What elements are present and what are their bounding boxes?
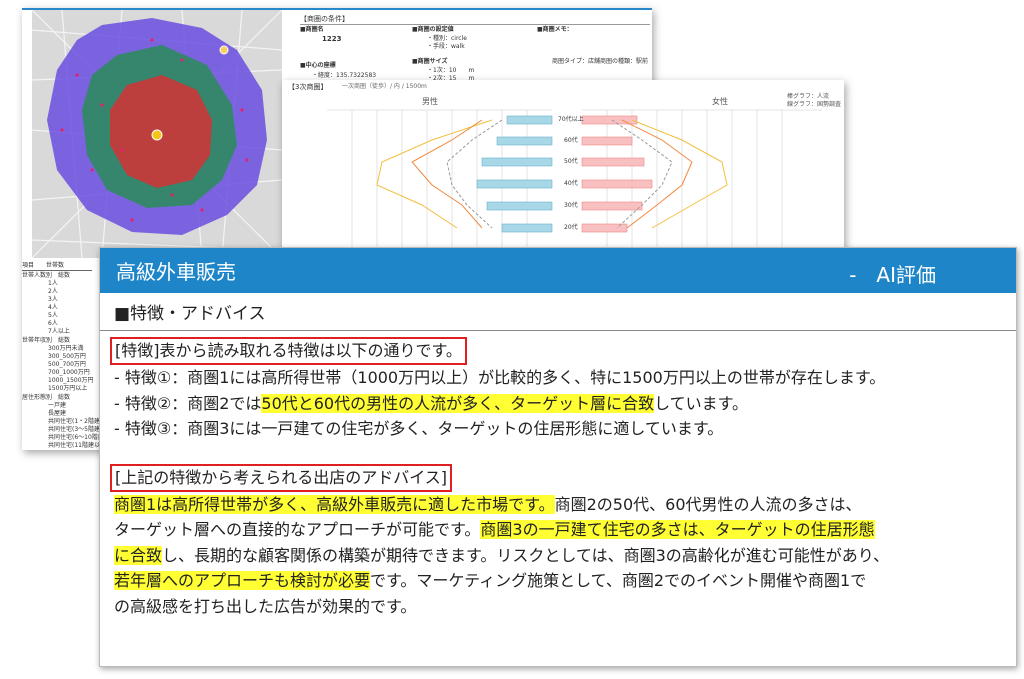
male-bar-70s	[506, 115, 553, 125]
female-bar-30s	[581, 201, 643, 211]
table-row: 300万円未満	[48, 345, 84, 352]
ai-evaluation-panel: 高級外車販売 - AI評価 ■特徴・アドバイス [特徴]表から読み取れる特徴は以…	[99, 247, 1017, 667]
advice-highlight: 商圏3の一戸建て住宅の多さは、ターゲットの住居形態	[480, 520, 875, 539]
age-label: 30代	[564, 202, 578, 209]
advice-text: です。マーケティング施策として、商圏2でのイベント開催や商圏1で	[370, 571, 867, 590]
table-row: 2人	[48, 288, 58, 295]
table-row: 700_1000万円	[48, 369, 90, 376]
table-row: 3人	[48, 296, 58, 303]
evaluation-body: [特徴]表から読み取れる特徴は以下の通りです。 - 特徴①：商圏1には高所得世帯…	[100, 331, 1016, 625]
table-row: 5人	[48, 312, 58, 319]
male-bar-40s	[476, 179, 553, 189]
settings-shape: ・種別：circle	[427, 35, 467, 42]
feature-2-text: - 特徴②：商圏2では	[114, 393, 262, 413]
settings-means: ・手段：walk	[427, 43, 465, 50]
table-row: 500_700万円	[48, 361, 86, 368]
advice-text: 商圏2の50代、60代男性の人流の多さは、	[554, 494, 862, 514]
feature-2: - 特徴②：商圏2では50代と60代の男性の人流が多く、ターゲット層に合致してい…	[114, 391, 1002, 417]
section-title: ■特徴・アドバイス	[100, 293, 1016, 331]
features-heading: [特徴]表から読み取れる特徴は以下の通りです。	[110, 337, 467, 365]
trade-area-name-label: ■商圏名	[300, 26, 324, 33]
table-row: 長屋建	[48, 410, 67, 417]
female-bar-40s	[581, 179, 653, 189]
feature-3: - 特徴③：商圏3には一戸建ての住宅が多く、ターゲットの住居形態に適しています。	[114, 419, 724, 438]
advice-highlight: に合致	[114, 545, 163, 565]
feature-2-highlight: 50代と60代の男性の人流が多く、ターゲット層に合致	[261, 393, 655, 413]
table-row: 共同住宅(6～10階建)	[48, 434, 107, 441]
age-label: 50代	[564, 158, 578, 165]
feature-1: - 特徴①：商圏1には高所得世帯（1000万円以上）が比較的多く、特に1500万…	[114, 368, 886, 387]
table-row: 1人	[48, 280, 58, 287]
table-row: 一戸建	[48, 402, 67, 409]
advice-line-5: の高級感を打ち出した広告が効果的です。	[114, 596, 417, 616]
advice-line-2: ターゲット層への直接的なアプローチが可能です。商圏3の一戸建て住宅の多さは、ター…	[114, 517, 1002, 543]
table-row: 1000_1500万円	[48, 377, 94, 384]
female-bar-60s	[581, 136, 633, 146]
male-bar-50s	[481, 157, 553, 167]
feature-2-text-end: しています。	[654, 393, 749, 413]
table-row: 7人以上	[48, 328, 70, 335]
age-label: 20代	[564, 224, 578, 231]
trade-area-map-svg	[32, 10, 282, 258]
age-label: 60代	[564, 137, 578, 144]
table-group-3: 居住形態別 総数	[22, 394, 71, 401]
center-lon: ・経度：135.7322583	[312, 72, 377, 79]
table-group-1: 世帯人数別 総数	[22, 272, 71, 279]
age-label: 70代以上	[558, 116, 584, 123]
advice-text: し、長期的な顧客関係の構築が期待できます。リスクとしては、商圏3の高齢化が進む可…	[162, 545, 890, 565]
advice-line-1: 商圏1は高所得世帯が多く、高級外車販売に適した市場です。商圏2の50代、60代男…	[114, 492, 1002, 518]
panel-subtitle: - AI評価	[849, 263, 936, 287]
male-bar-20s	[501, 223, 553, 233]
male-bar-30s	[486, 201, 553, 211]
table-row: 300_500万円	[48, 353, 86, 360]
male-bar-60s	[496, 136, 553, 146]
table-row: 4人	[48, 304, 58, 311]
advice-heading: [上記の特徴から考えられる出店のアドバイス]	[110, 463, 453, 492]
panel-title: 高級外車販売	[116, 260, 236, 284]
advice-line-3: に合致し、長期的な顧客関係の構築が期待できます。リスクとしては、商圏3の高齢化が…	[114, 543, 1002, 569]
center-label: ■中心の座標	[300, 62, 336, 69]
panel-header: 高級外車販売 - AI評価	[100, 248, 1016, 293]
table-group-2: 世帯年収別 総数	[22, 337, 71, 344]
shop-type: 商圏タイプ：店舗商圏の種類：駅前	[552, 58, 649, 65]
age-label: 40代	[564, 180, 578, 187]
advice-highlight: 若年層へのアプローチも検討が必要	[114, 571, 371, 590]
table-row: 6人	[48, 320, 58, 327]
table-row: 共同住宅(1・2階建)	[48, 418, 103, 425]
trade-area-name-value: 1223	[322, 35, 342, 43]
trade-area-map[interactable]	[32, 10, 282, 258]
settings-label: ■商圏の設定値	[412, 26, 454, 33]
size-label: ■商圏サイズ	[412, 58, 448, 65]
advice-highlight: 商圏1は高所得世帯が多く、高級外車販売に適した市場です。	[114, 494, 555, 514]
female-bar-70s	[581, 115, 638, 125]
table-row: 共同住宅(3～5階建)	[48, 426, 103, 433]
size-1: ・1次：10 m	[427, 67, 475, 74]
memo-label: ■商圏メモ：	[537, 26, 573, 33]
advice-line-4: 若年層へのアプローチも検討が必要です。マーケティング施策として、商圏2でのイベン…	[114, 568, 1002, 594]
table-row: 1500万円以上	[48, 385, 88, 392]
conditions-title: 【商圏の条件】	[300, 14, 650, 25]
table-header: 項目 世帯数	[22, 262, 92, 271]
advice-text: ターゲット層への直接的なアプローチが可能です。	[114, 520, 481, 539]
female-bar-50s	[581, 157, 645, 167]
